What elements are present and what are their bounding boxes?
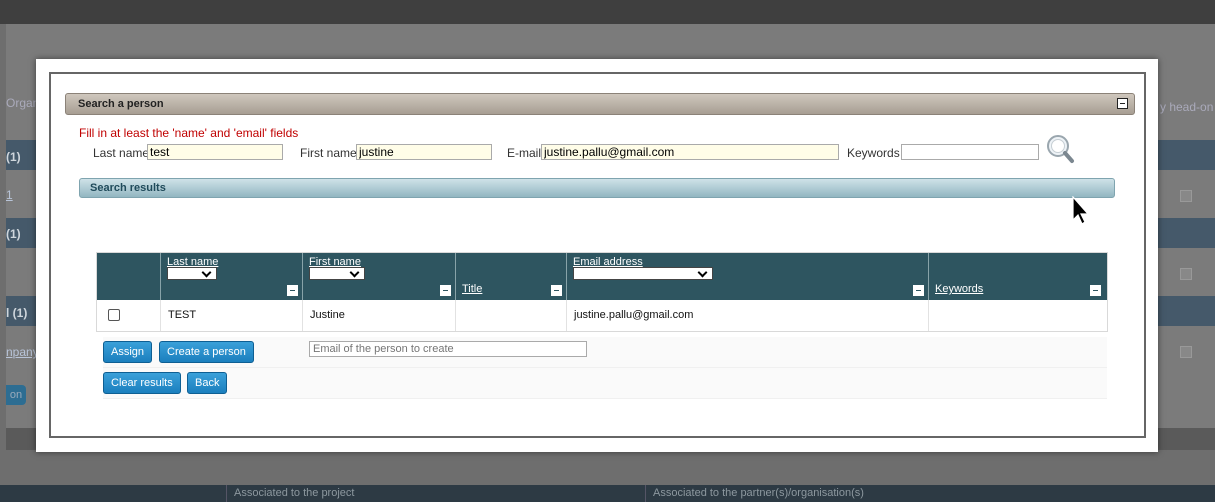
actions-row: Clear results Back (103, 368, 1107, 399)
app-top-bar (0, 0, 1215, 24)
cell-first-name: Justine (302, 300, 455, 331)
column-header-keywords: Keywords (928, 253, 1106, 300)
first-name-label: First name (300, 146, 357, 160)
keywords-input[interactable] (901, 144, 1039, 160)
bg-checkbox (1180, 268, 1192, 280)
search-section-header: Search a person (65, 93, 1135, 115)
first-name-input[interactable] (356, 144, 492, 160)
search-section-title: Search a person (78, 98, 164, 110)
bg-link: npany (6, 345, 39, 359)
select-column-header (97, 253, 160, 300)
keywords-label: Keywords (847, 146, 900, 160)
cell-keywords (928, 300, 1105, 331)
table-header: Last name First name Title Email address (97, 253, 1107, 300)
search-person-modal: Search a person Fill in at least the 'na… (36, 59, 1158, 452)
collapse-icon[interactable] (913, 285, 924, 296)
bg-link: 1 (6, 188, 13, 202)
validation-hint: Fill in at least the 'name' and 'email' … (79, 126, 299, 140)
sort-link-keywords[interactable]: Keywords (935, 283, 983, 295)
modal-content: Search a person Fill in at least the 'na… (49, 72, 1146, 438)
cell-title (455, 300, 566, 331)
last-name-input[interactable] (147, 144, 283, 160)
column-header-email: Email address (566, 253, 929, 300)
clear-results-button[interactable]: Clear results (103, 372, 181, 394)
bg-footer-label: Associated to the partner(s)/organisatio… (653, 487, 864, 499)
column-header-last-name: Last name (160, 253, 303, 300)
bg-group-count: (1) (6, 150, 21, 164)
column-header-title: Title (455, 253, 567, 300)
collapse-icon[interactable] (1117, 98, 1128, 109)
create-person-button[interactable]: Create a person (159, 341, 254, 363)
results-table: Last name First name Title Email address (96, 252, 1108, 332)
column-header-first-name: First name (302, 253, 456, 300)
collapse-icon[interactable] (440, 285, 451, 296)
bg-checkbox (1180, 346, 1192, 358)
email-input[interactable] (541, 144, 839, 160)
table-row: TEST Justine justine.pallu@gmail.com (97, 300, 1107, 331)
sort-link-title[interactable]: Title (462, 283, 482, 295)
bg-column-label: Organ (6, 96, 40, 110)
filter-dropdown-last-name[interactable] (167, 267, 217, 280)
bg-checkbox (1180, 190, 1192, 202)
cell-email: justine.pallu@gmail.com (566, 300, 928, 331)
email-label: E-mail (507, 146, 542, 160)
results-section-title: Search results (90, 182, 166, 194)
bg-group-count: (1) (6, 227, 21, 241)
last-name-label: Last name (93, 146, 150, 160)
assign-button[interactable]: Assign (103, 341, 153, 363)
filter-dropdown-email[interactable] (573, 267, 713, 280)
results-section-header: Search results (79, 178, 1115, 198)
select-cell (97, 300, 160, 331)
collapse-icon[interactable] (1090, 285, 1101, 296)
bg-button: on (6, 385, 26, 405)
collapse-icon[interactable] (287, 285, 298, 296)
collapse-icon[interactable] (551, 285, 562, 296)
mouse-cursor-icon (1072, 196, 1090, 225)
bg-footer-label: Associated to the project (234, 487, 355, 499)
actions-row: Assign Create a person (103, 337, 1107, 368)
filter-dropdown-first-name[interactable] (309, 267, 365, 280)
bg-column-label: y head-on (1160, 100, 1214, 114)
search-icon[interactable] (1045, 134, 1075, 164)
bg-group-count: l (1) (6, 306, 28, 320)
actions-panel: Assign Create a person Clear results Bac… (103, 337, 1107, 399)
row-checkbox[interactable] (108, 309, 120, 321)
bg-footer: Associated to the project Associated to … (0, 485, 1215, 502)
new-person-email-input[interactable] (309, 341, 587, 357)
cell-last-name: TEST (160, 300, 302, 331)
back-button[interactable]: Back (187, 372, 228, 394)
